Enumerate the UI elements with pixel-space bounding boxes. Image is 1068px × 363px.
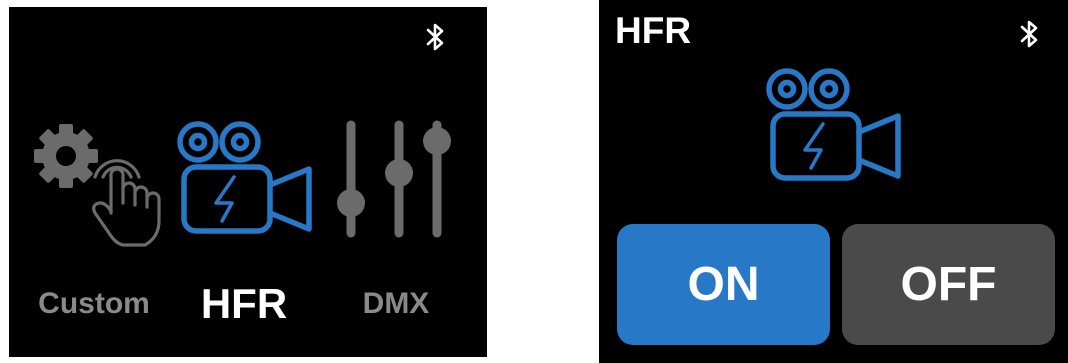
menu-label-dmx: DMX xyxy=(362,287,430,320)
hfr-detail-screen: HFR ON OFF xyxy=(599,0,1068,363)
page-title: HFR xyxy=(615,10,692,51)
off-button[interactable]: OFF xyxy=(842,224,1055,345)
sliders-icon[interactable] xyxy=(331,115,451,239)
on-button[interactable]: ON xyxy=(617,224,830,345)
menu-screen: Custom HFR DMX xyxy=(9,7,487,357)
gear-hand-icon[interactable] xyxy=(27,117,167,252)
menu-label-hfr: HFR xyxy=(200,280,288,327)
camera-flash-icon[interactable] xyxy=(176,117,316,237)
camera-flash-icon xyxy=(765,64,905,184)
bluetooth-icon xyxy=(425,21,447,53)
bluetooth-icon xyxy=(1019,18,1041,50)
menu-label-custom: Custom xyxy=(38,287,150,320)
